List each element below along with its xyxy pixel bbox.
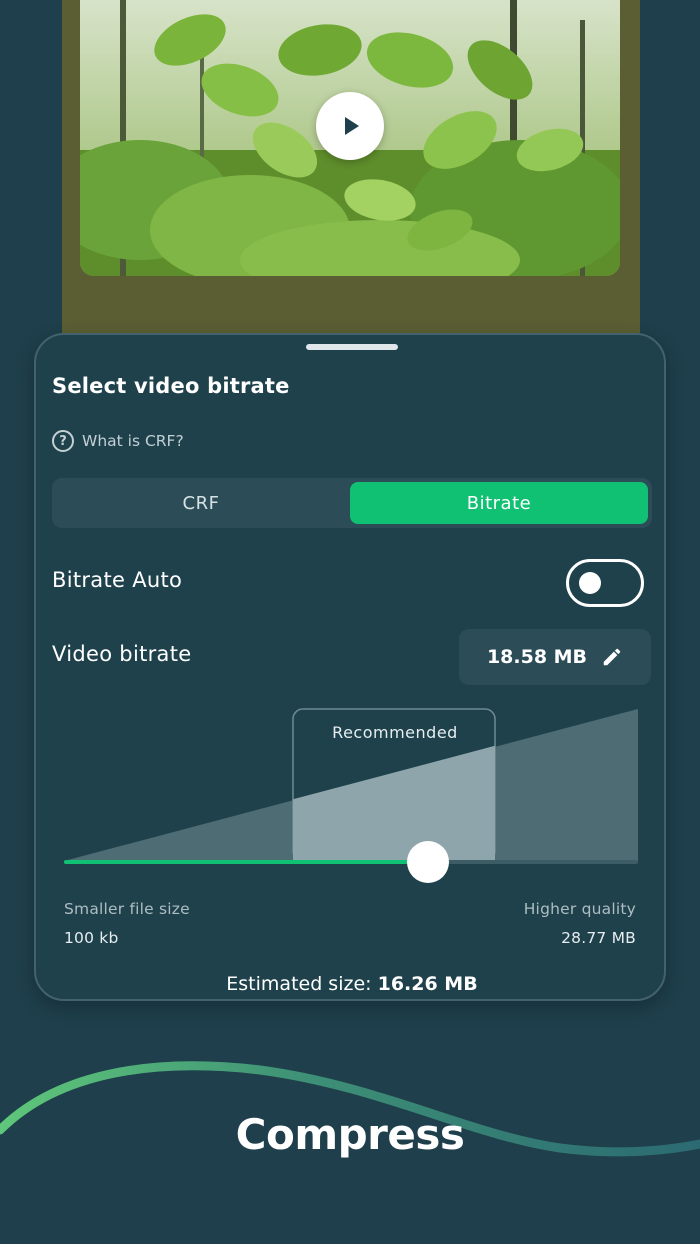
play-button[interactable] bbox=[316, 92, 384, 160]
help-circle-icon: ? bbox=[52, 430, 74, 452]
screen: Select video bitrate ? What is CRF? CRF … bbox=[0, 0, 700, 1244]
estimated-size: Estimated size: 16.26 MB bbox=[36, 973, 668, 995]
video-bitrate-label: Video bitrate bbox=[52, 642, 192, 666]
bitrate-bottom-sheet: Select video bitrate ? What is CRF? CRF … bbox=[34, 333, 666, 1001]
tab-crf[interactable]: CRF bbox=[52, 478, 350, 528]
mode-segmented-control: CRF Bitrate bbox=[52, 478, 652, 528]
video-bitrate-edit-button[interactable]: 18.58 MB bbox=[459, 629, 651, 685]
bitrate-auto-toggle[interactable] bbox=[566, 559, 644, 607]
recommended-label: Recommended bbox=[332, 723, 458, 742]
toggle-knob bbox=[579, 572, 601, 594]
help-link-label: What is CRF? bbox=[82, 432, 184, 450]
drag-handle[interactable] bbox=[306, 344, 398, 350]
scale-max-label: Higher quality bbox=[523, 900, 636, 918]
scale-min-label: Smaller file size bbox=[64, 900, 190, 918]
estimated-size-label: Estimated size: bbox=[226, 973, 372, 995]
slider-track-fill bbox=[64, 860, 428, 864]
slider-thumb[interactable] bbox=[407, 841, 449, 883]
bitrate-auto-label: Bitrate Auto bbox=[52, 568, 183, 592]
what-is-crf-link[interactable]: ? What is CRF? bbox=[52, 430, 184, 452]
sheet-title: Select video bitrate bbox=[52, 374, 290, 398]
scale-min-value: 100 kb bbox=[64, 929, 119, 947]
footer-title: Compress bbox=[235, 1110, 465, 1159]
play-icon bbox=[345, 117, 359, 135]
estimated-size-value: 16.26 MB bbox=[377, 973, 478, 995]
pencil-icon bbox=[603, 648, 621, 666]
scale-max-value: 28.77 MB bbox=[561, 929, 636, 947]
recommended-zone bbox=[293, 745, 495, 861]
video-bitrate-value: 18.58 MB bbox=[486, 646, 588, 668]
tab-bitrate[interactable]: Bitrate bbox=[350, 482, 648, 524]
